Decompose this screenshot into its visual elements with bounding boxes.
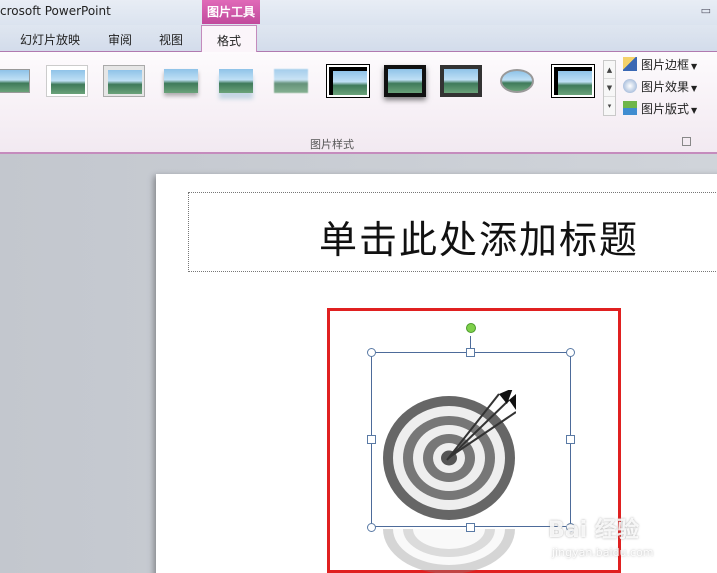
picture-style-8[interactable]	[384, 65, 426, 97]
tab-view[interactable]: 视图	[159, 31, 183, 48]
picture-layout-button[interactable]: 图片版式 ▼	[623, 100, 697, 117]
picture-tools-context-header: 图片工具	[202, 0, 260, 24]
dropdown-arrow-icon: ▼	[691, 84, 698, 93]
resize-handle-e[interactable]	[566, 435, 575, 444]
selection-frame	[371, 352, 571, 527]
watermark-logo: Bai 经验	[548, 518, 639, 543]
picture-style-5[interactable]	[215, 65, 257, 97]
gallery-more-icon[interactable]: ▾	[604, 97, 615, 115]
picture-style-2[interactable]	[46, 65, 88, 97]
slide-workspace: 单击此处添加标题	[0, 154, 717, 573]
picture-style-9[interactable]	[440, 65, 482, 97]
scroll-up-icon[interactable]: ▲	[604, 61, 615, 79]
tab-review[interactable]: 审阅	[108, 31, 132, 48]
watermark-url: jingyan.baidu.com	[552, 546, 654, 559]
picture-style-4[interactable]	[160, 65, 202, 97]
picture-style-7[interactable]	[326, 64, 370, 98]
picture-layout-icon	[623, 101, 637, 115]
window-restore-icon[interactable]: ▭	[701, 4, 711, 17]
picture-effects-icon	[623, 79, 637, 93]
picture-style-6[interactable]	[270, 65, 312, 97]
picture-style-11[interactable]	[551, 64, 595, 98]
resize-handle-ne[interactable]	[566, 348, 575, 357]
picture-styles-group-label: 图片样式	[310, 138, 354, 151]
target-reflection	[383, 529, 515, 573]
picture-style-10[interactable]	[496, 65, 538, 97]
resize-handle-s[interactable]	[466, 523, 475, 532]
ribbon-tabs: 幻灯片放映 审阅 视图 格式	[0, 25, 717, 53]
title-bar: crosoft PowerPoint 图片工具 ▭	[0, 0, 717, 25]
tab-slideshow[interactable]: 幻灯片放映	[20, 31, 80, 48]
resize-handle-sw[interactable]	[367, 523, 376, 532]
title-placeholder[interactable]: 单击此处添加标题	[188, 192, 717, 272]
resize-handle-nw[interactable]	[367, 348, 376, 357]
resize-handle-n[interactable]	[466, 348, 475, 357]
dropdown-arrow-icon: ▼	[691, 106, 698, 115]
gallery-scroll[interactable]: ▲ ▼ ▾	[603, 60, 616, 116]
tab-format[interactable]: 格式	[201, 25, 258, 53]
pencil-border-icon	[623, 57, 637, 71]
picture-border-button[interactable]: 图片边框 ▼	[623, 56, 697, 73]
scroll-down-icon[interactable]: ▼	[604, 79, 615, 97]
app-title: crosoft PowerPoint	[0, 4, 111, 18]
dialog-launcher-icon[interactable]	[682, 137, 691, 146]
ribbon-format: ▲ ▼ ▾ 图片边框 ▼ 图片效果 ▼ 图片版式 ▼ 图片样式	[0, 52, 717, 154]
rotate-handle[interactable]	[466, 323, 476, 333]
picture-effects-button[interactable]: 图片效果 ▼	[623, 78, 697, 95]
title-placeholder-text: 单击此处添加标题	[319, 218, 640, 262]
picture-style-1[interactable]	[0, 65, 34, 97]
dropdown-arrow-icon: ▼	[691, 62, 698, 71]
resize-handle-w[interactable]	[367, 435, 376, 444]
picture-style-3[interactable]	[103, 65, 145, 97]
